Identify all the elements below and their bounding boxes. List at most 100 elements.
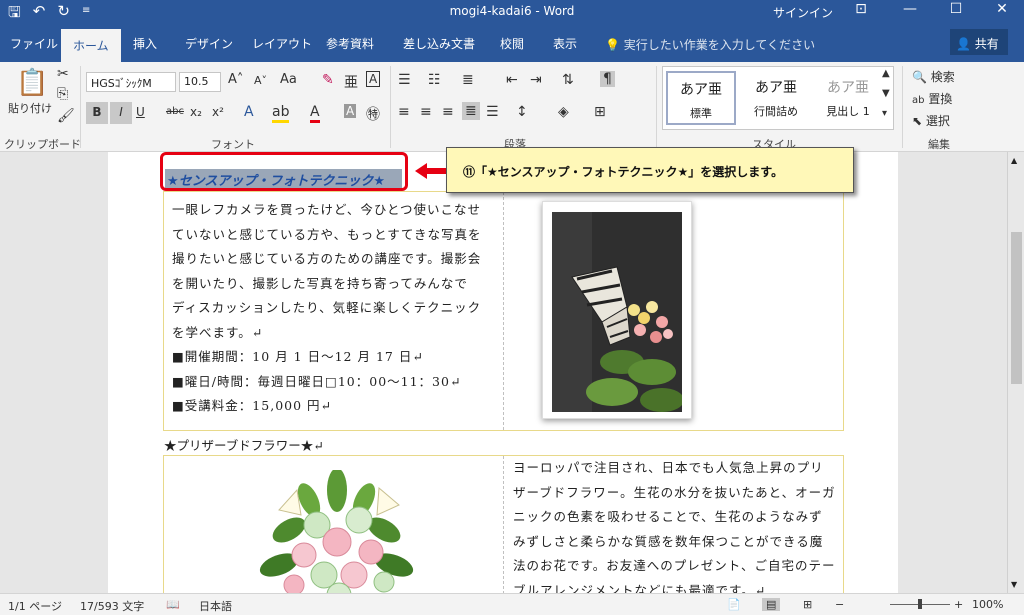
replace-button[interactable]: ab 置換 bbox=[912, 90, 952, 107]
text-line: ヨーロッパで注目され、日本でも人気急上昇のプリ bbox=[513, 460, 824, 475]
divider bbox=[656, 66, 657, 148]
clear-formatting-icon[interactable]: ✎ bbox=[322, 72, 334, 88]
share-button[interactable]: 👤 共有 bbox=[950, 29, 1008, 55]
vertical-scrollbar[interactable]: ▲ ▼ bbox=[1007, 152, 1024, 593]
scroll-down-icon[interactable]: ▼ bbox=[1011, 580, 1017, 589]
close-icon[interactable]: ✕ bbox=[987, 1, 1017, 17]
document-page[interactable]: ★センスアップ・フォトテクニック★ 一眼レフカメラを買ったけど、今ひとつ使いこな… bbox=[108, 152, 898, 593]
character-border-icon[interactable]: A bbox=[366, 71, 381, 87]
grow-font-icon[interactable]: A˄ bbox=[228, 72, 243, 87]
align-left-icon[interactable]: ≡ bbox=[398, 104, 410, 120]
arrow-icon bbox=[415, 163, 447, 179]
phonetic-guide-icon[interactable]: 亜 bbox=[344, 72, 358, 92]
zoom-level[interactable]: 100% bbox=[972, 598, 1003, 611]
course-description[interactable]: 一眼レフカメラを買ったけど、今ひとつ使いこなせ ていないと感じている方や、もっと… bbox=[172, 198, 498, 419]
document-area[interactable]: ★センスアップ・フォトテクニック★ 一眼レフカメラを買ったけど、今ひとつ使いこな… bbox=[0, 152, 1007, 593]
style-name: 標準 bbox=[690, 107, 712, 120]
tab-layout[interactable]: レイアウト bbox=[252, 35, 312, 52]
tab-view[interactable]: 表示 bbox=[553, 35, 577, 52]
italic-button[interactable]: I bbox=[110, 102, 132, 124]
zoom-out-icon[interactable]: − bbox=[835, 598, 844, 611]
status-bar: 1/1 ページ 17/593 文字 📖 日本語 📄 ▤ ⊞ − + 100% bbox=[0, 593, 1024, 615]
flower-description[interactable]: ヨーロッパで注目され、日本でも人気急上昇のプリ ザーブドフラワー。生花の水分を抜… bbox=[513, 456, 843, 593]
zoom-in-icon[interactable]: + bbox=[954, 598, 963, 611]
scroll-thumb[interactable] bbox=[1011, 232, 1022, 384]
align-right-icon[interactable]: ≡ bbox=[442, 104, 454, 120]
proofing-icon[interactable]: 📖 bbox=[166, 598, 180, 611]
flower-heading[interactable]: ★プリザーブドフラワー★↵ bbox=[164, 435, 324, 454]
sort-icon[interactable]: ⇅ bbox=[562, 72, 574, 88]
style-normal[interactable]: あア亜 標準 bbox=[666, 71, 736, 125]
styles-scroll-up-icon[interactable]: ▲ bbox=[882, 68, 890, 79]
red-highlight-box bbox=[160, 152, 408, 191]
tell-me-box[interactable]: 💡 実行したい作業を入力してください bbox=[605, 36, 815, 53]
styles-scroll-down-icon[interactable]: ▼ bbox=[882, 88, 890, 99]
underline-button[interactable]: U bbox=[136, 105, 145, 119]
borders-icon[interactable]: ⊞ bbox=[594, 104, 606, 120]
copy-icon[interactable]: ⎘ bbox=[57, 86, 68, 102]
tab-mailings[interactable]: 差し込み文書 bbox=[403, 35, 475, 52]
tab-references[interactable]: 参考資料 bbox=[326, 35, 374, 52]
print-layout-icon[interactable]: ▤ bbox=[762, 598, 781, 611]
zoom-slider[interactable] bbox=[890, 599, 950, 609]
highlight-icon[interactable]: ab bbox=[272, 104, 290, 123]
word-count[interactable]: 17/593 文字 bbox=[80, 598, 144, 614]
superscript-button[interactable]: x² bbox=[212, 105, 224, 119]
styles-more-icon[interactable]: ▾ bbox=[882, 108, 887, 119]
enclose-characters-icon[interactable]: ㊕ bbox=[366, 104, 380, 124]
tab-insert[interactable]: 挿入 bbox=[133, 35, 157, 52]
bullets-icon[interactable]: ☰ bbox=[398, 72, 411, 88]
strikethrough-button[interactable]: abc bbox=[166, 106, 184, 117]
decrease-indent-icon[interactable]: ⇤ bbox=[506, 72, 518, 88]
table-preserved-flower[interactable]: ヨーロッパで注目され、日本でも人気急上昇のプリ ザーブドフラワー。生花の水分を抜… bbox=[163, 455, 844, 593]
style-no-spacing[interactable]: あア亜 行間詰め bbox=[741, 71, 811, 125]
font-color-icon[interactable]: A bbox=[310, 104, 320, 123]
find-button[interactable]: 🔍 検索 bbox=[912, 68, 955, 85]
align-center-icon[interactable]: ≡ bbox=[420, 104, 432, 120]
zoom-slider-knob[interactable] bbox=[918, 599, 922, 609]
cell-divider bbox=[503, 192, 504, 430]
select-button[interactable]: ⬉ 選択 bbox=[912, 112, 950, 129]
table-photo-course[interactable]: 一眼レフカメラを買ったけど、今ひとつ使いこなせ ていないと感じている方や、もっと… bbox=[163, 191, 844, 431]
style-heading1[interactable]: あア亜 見出し 1 bbox=[813, 71, 883, 125]
character-shading-icon[interactable]: A bbox=[344, 104, 357, 118]
text-effects-icon[interactable]: A bbox=[244, 104, 254, 120]
tab-file[interactable]: ファイル bbox=[10, 35, 58, 52]
distribute-icon[interactable]: ☰ bbox=[486, 104, 499, 120]
scroll-up-icon[interactable]: ▲ bbox=[1011, 156, 1017, 165]
ribbon-display-icon[interactable]: ⊡ bbox=[846, 1, 876, 17]
justify-icon[interactable]: ≣ bbox=[462, 102, 480, 120]
web-layout-icon[interactable]: ⊞ bbox=[803, 598, 812, 611]
replace-label: 置換 bbox=[928, 92, 953, 106]
show-marks-icon[interactable]: ¶ bbox=[600, 71, 615, 87]
text-line: を開いたり、撮影した写真を持ち寄ってみんなで bbox=[172, 275, 468, 291]
butterfly-photo[interactable] bbox=[542, 201, 692, 419]
subscript-button[interactable]: x₂ bbox=[190, 105, 202, 119]
line-spacing-icon[interactable]: ↕ bbox=[516, 104, 528, 120]
minimize-icon[interactable]: — bbox=[895, 1, 925, 17]
read-mode-icon[interactable]: 📄 bbox=[727, 598, 741, 611]
tab-review[interactable]: 校閲 bbox=[500, 35, 524, 52]
bold-button[interactable]: B bbox=[86, 102, 108, 124]
maximize-icon[interactable]: ☐ bbox=[941, 1, 971, 17]
multilevel-list-icon[interactable]: ≣ bbox=[462, 72, 474, 88]
search-icon: 🔍 bbox=[912, 70, 927, 84]
tab-design[interactable]: デザイン bbox=[185, 35, 233, 52]
signin-link[interactable]: サインイン bbox=[773, 4, 833, 21]
shading-icon[interactable]: ◈ bbox=[558, 104, 569, 120]
cut-icon[interactable]: ✂ bbox=[57, 66, 69, 82]
language[interactable]: 日本語 bbox=[199, 598, 232, 614]
page-count[interactable]: 1/1 ページ bbox=[8, 598, 62, 614]
tab-home[interactable]: ホーム bbox=[61, 29, 121, 62]
paste-icon[interactable]: 📋 bbox=[16, 68, 48, 98]
increase-indent-icon[interactable]: ⇥ bbox=[530, 72, 542, 88]
format-painter-icon[interactable]: 🖌 bbox=[57, 108, 75, 124]
style-sample: あア亜 bbox=[827, 80, 869, 96]
font-name-select[interactable]: HGSｺﾞｼｯｸM bbox=[86, 72, 176, 92]
divider bbox=[902, 66, 903, 148]
numbering-icon[interactable]: ☷ bbox=[428, 72, 441, 88]
shrink-font-icon[interactable]: A˅ bbox=[254, 74, 267, 87]
font-size-select[interactable]: 10.5 bbox=[179, 72, 221, 92]
paste-button-label[interactable]: 貼り付け bbox=[8, 100, 52, 116]
change-case-icon[interactable]: Aa bbox=[280, 72, 297, 87]
